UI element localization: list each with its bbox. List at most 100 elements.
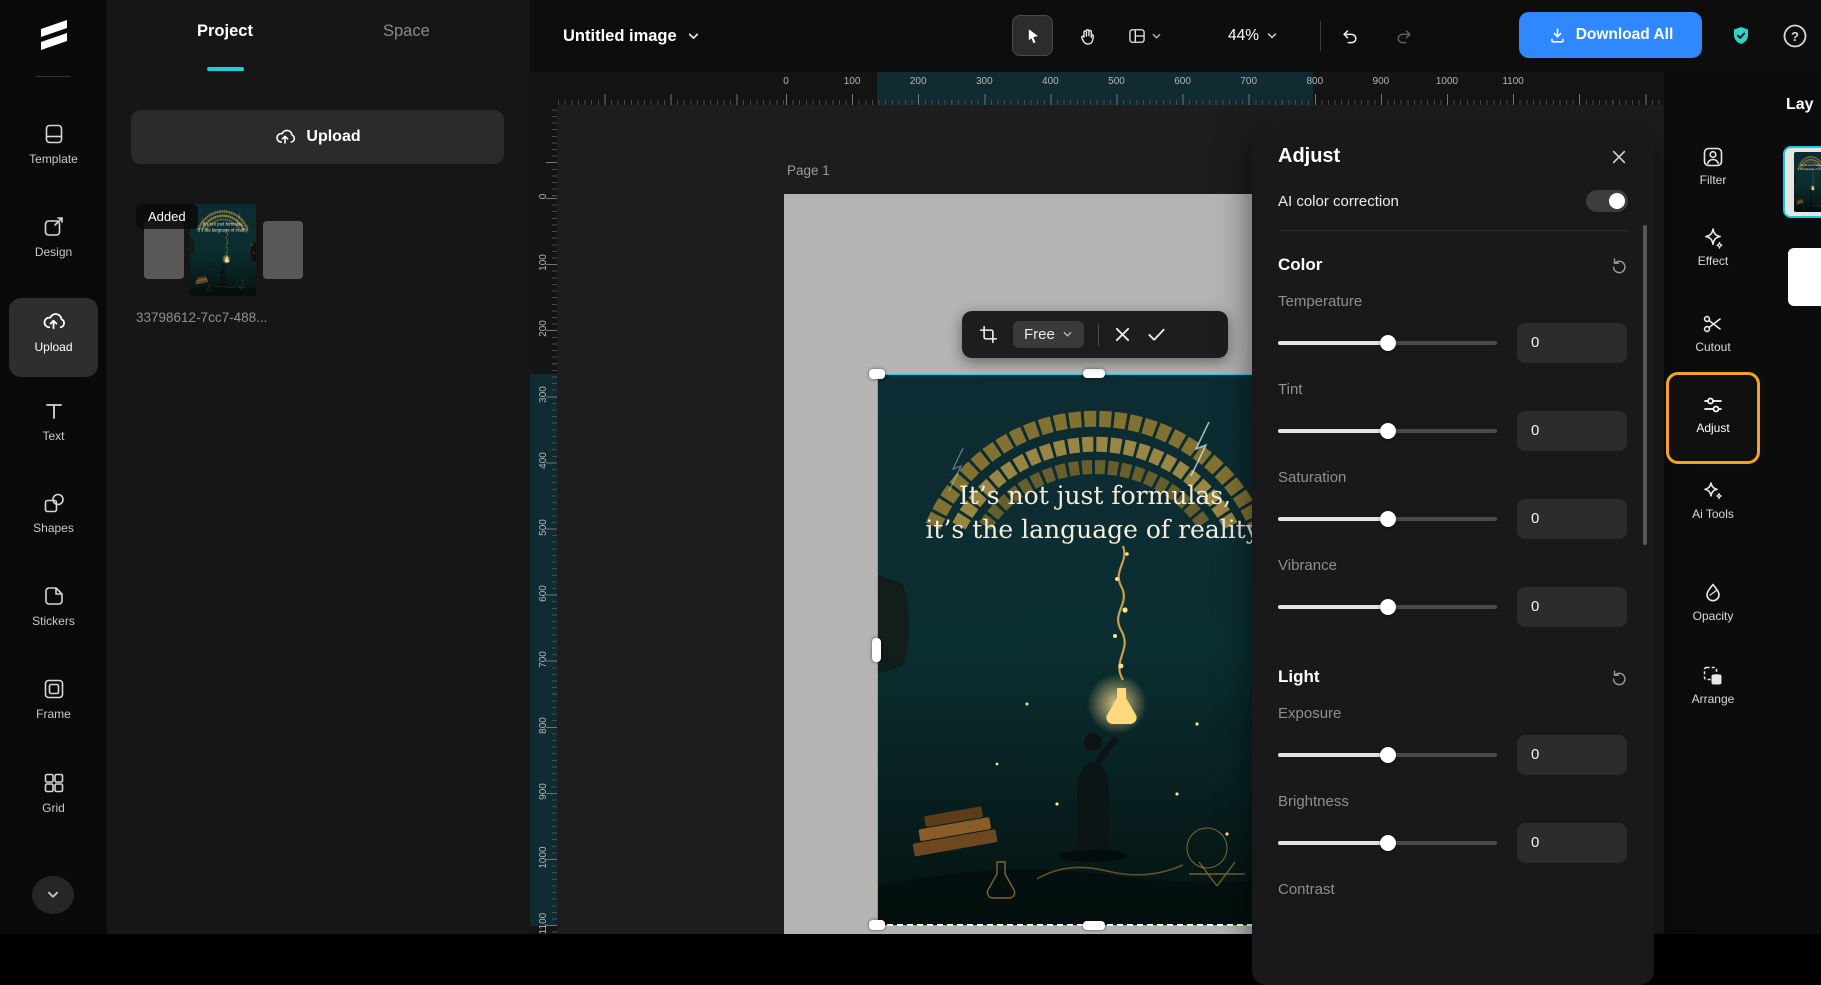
slider-row-exposure: Exposure 0 xyxy=(1252,693,1654,775)
sidebar-item-label: Grid xyxy=(42,801,65,815)
adjust-panel-scrollbar[interactable] xyxy=(1643,225,1647,545)
ruler-label: 100 xyxy=(844,76,861,87)
top-toolbar: Untitled image 44% Download All ? xyxy=(530,0,1821,72)
temperature-value-field[interactable]: 0 xyxy=(1517,323,1627,363)
upload-button[interactable]: Upload xyxy=(131,110,504,164)
saturation-value-field[interactable]: 0 xyxy=(1517,499,1627,539)
ruler-label: 200 xyxy=(538,315,549,342)
sidebar-item-grid[interactable]: Grid xyxy=(0,771,107,815)
tool-item-label: Arrange xyxy=(1692,693,1735,706)
sidebar-item-frame[interactable]: Frame xyxy=(0,677,107,721)
slider-handle[interactable] xyxy=(1380,599,1396,615)
tool-item-cutout[interactable]: Cutout xyxy=(1664,312,1762,354)
tool-item-arrange[interactable]: Arrange xyxy=(1664,664,1762,706)
chevron-down-icon xyxy=(1266,30,1278,42)
document-title: Untitled image xyxy=(563,27,677,46)
tint-slider[interactable] xyxy=(1278,429,1497,433)
layer-thumbnail-page[interactable] xyxy=(1788,248,1821,306)
vibrance-value-field[interactable]: 0 xyxy=(1517,587,1627,627)
ruler-label: 400 xyxy=(1042,76,1059,87)
rail-collapse-button[interactable] xyxy=(32,876,74,914)
tab-project[interactable]: Project xyxy=(197,22,253,41)
hand-icon xyxy=(1077,26,1098,47)
brightness-value-field[interactable]: 0 xyxy=(1517,823,1627,863)
selection-handle-bottom-left[interactable] xyxy=(869,920,885,930)
download-all-button[interactable]: Download All xyxy=(1519,12,1702,58)
canvas-image-poster[interactable]: It’s not just formulas, it’s the language… xyxy=(877,374,1313,926)
shield-check-button[interactable] xyxy=(1726,21,1756,51)
sidebar-item-upload[interactable]: Upload xyxy=(0,309,107,354)
undo-button[interactable] xyxy=(1332,18,1368,54)
tool-item-effect[interactable]: Effect xyxy=(1664,226,1762,268)
select-tool-button[interactable] xyxy=(1012,15,1053,56)
color-reset-icon[interactable] xyxy=(1610,256,1628,274)
crop-ratio-dropdown[interactable]: Free xyxy=(1013,321,1084,348)
sidebar-item-label: Stickers xyxy=(32,614,75,628)
crop-cancel-icon[interactable] xyxy=(1113,325,1132,344)
poster-quote-line1: It’s not just formulas, xyxy=(959,481,1231,510)
exposure-value-field[interactable]: 0 xyxy=(1517,735,1627,775)
tool-item-filter[interactable]: Filter xyxy=(1664,145,1762,187)
shield-check-icon xyxy=(1729,24,1753,48)
sidebar-item-text[interactable]: Text xyxy=(0,399,107,443)
slider-handle[interactable] xyxy=(1380,835,1396,851)
slider-label: Brightness xyxy=(1278,793,1628,810)
download-icon xyxy=(1548,26,1567,45)
asset-thumbnail[interactable]: It’s not just formulas,it’s the language… xyxy=(190,204,256,296)
chevron-down-icon xyxy=(1062,329,1073,340)
slider-row-brightness: Brightness 0 xyxy=(1252,781,1654,863)
light-reset-icon[interactable] xyxy=(1610,668,1628,686)
hand-tool-button[interactable] xyxy=(1068,17,1106,55)
layer-thumbnail-image: It’s not just formulas,it’s the language… xyxy=(1794,152,1821,212)
redo-button[interactable] xyxy=(1386,18,1422,54)
sidebar-item-shapes[interactable]: Shapes xyxy=(0,491,107,535)
sidebar-item-design[interactable]: Design xyxy=(0,215,107,259)
asset-panel: Project Space Upload It’s not just formu… xyxy=(107,0,530,934)
adjust-panel: Adjust AI color correction Color Tempera… xyxy=(1252,125,1654,985)
selection-handle-top-middle[interactable] xyxy=(1083,369,1105,378)
vibrance-slider[interactable] xyxy=(1278,605,1497,609)
slider-handle[interactable] xyxy=(1380,423,1396,439)
sidebar-item-template[interactable]: Template xyxy=(0,122,107,166)
asset-added-badge: Added xyxy=(136,204,198,229)
layout-board-button[interactable] xyxy=(1118,17,1170,55)
ruler-label: 900 xyxy=(538,778,549,805)
adjust-panel-close-icon[interactable] xyxy=(1610,148,1628,166)
slider-handle[interactable] xyxy=(1380,747,1396,763)
sidebar-item-stickers[interactable]: Stickers xyxy=(0,584,107,628)
selection-handle-top-left[interactable] xyxy=(869,369,885,379)
ai-color-correction-toggle[interactable] xyxy=(1586,190,1628,212)
temperature-slider[interactable] xyxy=(1278,341,1497,345)
app-logo[interactable] xyxy=(0,16,107,52)
poster-quote-line2: it’s the language of reality. xyxy=(925,515,1264,544)
tint-value-field[interactable]: 0 xyxy=(1517,411,1627,451)
help-button[interactable]: ? xyxy=(1780,21,1810,51)
left-nav-rail: Template Design Upload Text Shapes Stick… xyxy=(0,0,107,934)
selection-handle-bottom-middle[interactable] xyxy=(1083,921,1105,930)
chevron-down-icon xyxy=(687,30,700,43)
tool-item-adjust[interactable]: Adjust xyxy=(1664,393,1762,435)
stickers-icon xyxy=(42,584,66,608)
saturation-slider[interactable] xyxy=(1278,517,1497,521)
ruler-label: 800 xyxy=(538,712,549,739)
crop-icon[interactable] xyxy=(978,324,999,345)
tab-space[interactable]: Space xyxy=(383,22,430,41)
ruler-vertical: 010020030040050060070080090010001100 xyxy=(530,105,557,934)
crop-confirm-icon[interactable] xyxy=(1146,324,1167,345)
ruler-label: 500 xyxy=(538,514,549,541)
layer-thumbnail-selected[interactable]: It’s not just formulas,it’s the language… xyxy=(1783,146,1821,218)
tool-item-ai-tools[interactable]: Ai Tools xyxy=(1664,479,1762,521)
selection-handle-middle-left[interactable] xyxy=(872,638,881,662)
zoom-level-dropdown[interactable]: 44% xyxy=(1228,0,1278,72)
slider-row-vibrance: Vibrance 0 xyxy=(1252,545,1654,627)
adjust-panel-title: Adjust xyxy=(1278,145,1340,168)
slider-handle[interactable] xyxy=(1380,335,1396,351)
tool-item-opacity[interactable]: Opacity xyxy=(1664,581,1762,623)
document-title-dropdown[interactable]: Untitled image xyxy=(563,0,700,72)
ruler-label: 0 xyxy=(538,183,549,210)
exposure-slider[interactable] xyxy=(1278,753,1497,757)
ruler-label: 600 xyxy=(1174,76,1191,87)
tool-item-label: Adjust xyxy=(1696,422,1729,435)
slider-handle[interactable] xyxy=(1380,511,1396,527)
brightness-slider[interactable] xyxy=(1278,841,1497,845)
